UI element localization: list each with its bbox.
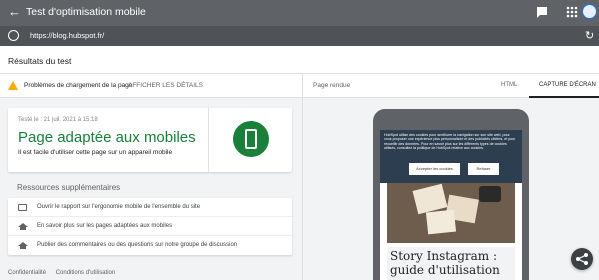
preview-panel: Page rendue HTML CAPTURE D'ÉCRAN HubSpot… <box>302 74 599 280</box>
rendered-page-label: Page rendue <box>313 82 351 89</box>
resources-title: Ressources supplémentaires <box>17 183 121 192</box>
post-hero-image <box>387 183 515 243</box>
resource-label: Ouvrir le rapport sur l'ergonomie mobile… <box>37 204 201 210</box>
report-icon <box>18 204 27 211</box>
privacy-link[interactable]: Confidentialité <box>8 270 46 276</box>
school-icon <box>18 223 28 230</box>
page-screenshot: HubSpot utilise des cookies pour amélior… <box>380 130 522 280</box>
resources-list: Ouvrir le rapport sur l'ergonomie mobile… <box>8 198 292 255</box>
resource-label: En savoir plus sur les pages adaptées au… <box>37 223 173 229</box>
resource-label: Publier des commentaires ou des question… <box>37 242 238 248</box>
refuse-button: Refuser <box>468 163 499 175</box>
school-icon <box>18 242 28 249</box>
mobile-friendly-icon <box>233 121 269 157</box>
tab-screenshot[interactable]: CAPTURE D'ÉCRAN <box>539 82 596 88</box>
results-panel: Problèmes de chargement de la page AFFIC… <box>0 74 302 280</box>
warning-icon <box>8 81 18 90</box>
resource-item[interactable]: En savoir plus sur les pages adaptées au… <box>8 217 292 236</box>
phone-mockup: HubSpot utilise des cookies pour amélior… <box>373 109 529 280</box>
preview-tabs: Page rendue HTML CAPTURE D'ÉCRAN <box>303 74 599 98</box>
feedback-icon[interactable] <box>535 5 549 19</box>
result-heading: Page adaptée aux mobiles <box>18 129 196 146</box>
results-title: Résultats du test <box>8 56 72 66</box>
active-tab-indicator <box>529 96 599 98</box>
url-bar: https://blog.hubspot.fr/ ↻ <box>0 26 599 46</box>
cookie-text: HubSpot utilise des cookies pour amélior… <box>384 133 516 151</box>
app-title: Test d'optimisation mobile <box>26 6 146 18</box>
page-loading-issues: Problèmes de chargement de la page AFFIC… <box>0 74 302 98</box>
globe-icon <box>8 30 19 41</box>
back-arrow-icon[interactable]: ← <box>8 4 22 20</box>
terms-link[interactable]: Conditions d'utilisation <box>56 270 116 276</box>
tested-url[interactable]: https://blog.hubspot.fr/ <box>30 31 104 40</box>
apps-grid-icon[interactable] <box>565 5 579 19</box>
card-divider <box>208 108 209 172</box>
resource-item[interactable]: Publier des commentaires ou des question… <box>8 236 292 255</box>
test-date: Testé le : 21 juil. 2021 à 15:18 <box>18 117 98 123</box>
results-header: Résultats du test <box>0 46 599 74</box>
result-subtitle: Il est facile d'utiliser cette page sur … <box>18 149 173 156</box>
accept-cookies-button: Accepter les cookies <box>409 163 460 175</box>
resource-item[interactable]: Ouvrir le rapport sur l'ergonomie mobile… <box>8 198 292 217</box>
cookie-banner: HubSpot utilise des cookies pour amélior… <box>380 130 522 183</box>
reload-icon[interactable]: ↻ <box>585 29 594 42</box>
share-icon[interactable] <box>571 248 593 270</box>
account-avatar[interactable] <box>582 4 597 19</box>
post-title: Story Instagram : guide d'utilisation <box>387 247 515 280</box>
tab-html[interactable]: HTML <box>501 82 517 88</box>
footer-links: Confidentialité Conditions d'utilisation <box>8 270 123 276</box>
result-card: Testé le : 21 juil. 2021 à 15:18 Page ad… <box>8 108 292 172</box>
app-bar: ← Test d'optimisation mobile <box>0 0 599 26</box>
show-details-link[interactable]: AFFICHER LES DÉTAILS <box>128 82 203 89</box>
issues-label: Problèmes de chargement de la page <box>24 82 133 89</box>
